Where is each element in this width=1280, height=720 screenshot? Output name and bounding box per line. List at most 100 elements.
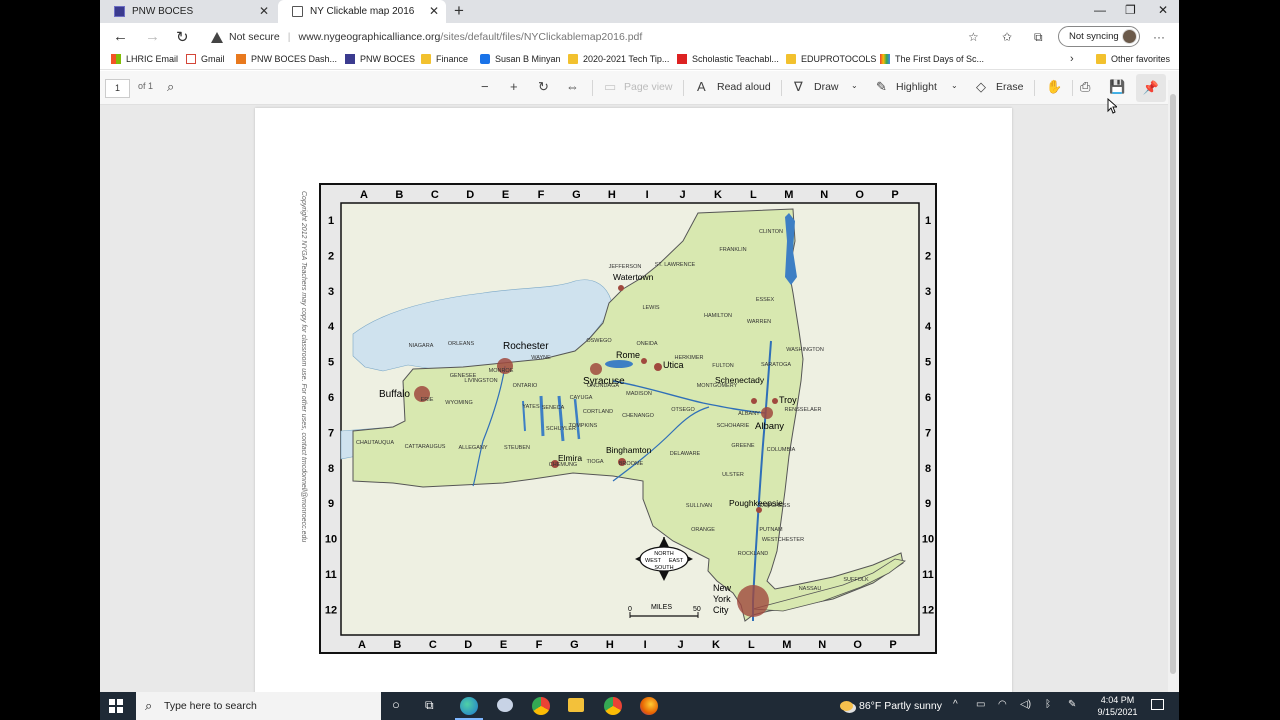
favorite-lhric-email[interactable]: LHRIC Email xyxy=(111,54,178,64)
city-label-rochester: Rochester xyxy=(503,341,549,352)
tab-title: NY Clickable map 2016 xyxy=(310,6,415,17)
refresh-icon[interactable]: ↻ xyxy=(176,28,189,46)
restore-icon[interactable]: ❐ xyxy=(1125,3,1136,17)
county-label: JEFFERSON xyxy=(609,264,642,270)
forward-icon[interactable]: → xyxy=(145,28,160,45)
pen-icon[interactable]: ✎ xyxy=(1068,699,1076,710)
more-icon[interactable]: ··· xyxy=(1153,30,1165,44)
new-tab-icon[interactable]: + xyxy=(454,1,464,21)
rotate-icon[interactable]: ↻ xyxy=(538,79,549,95)
back-icon[interactable]: ← xyxy=(113,28,128,45)
read-aloud-icon: A xyxy=(697,79,706,94)
bluetooth-icon[interactable]: ᛒ xyxy=(1045,699,1051,710)
county-label: CAYUGA xyxy=(570,395,593,401)
favorites-icon[interactable]: ✩ xyxy=(1002,30,1012,44)
close-tab-icon[interactable]: ✕ xyxy=(429,4,439,18)
app-icon[interactable] xyxy=(497,698,513,712)
favorite-gmail[interactable]: Gmail xyxy=(186,54,225,64)
county-label: ALBANY xyxy=(738,411,760,417)
firefox-icon[interactable] xyxy=(640,697,658,715)
minimize-icon[interactable]: — xyxy=(1094,3,1106,17)
column-label-bottom: D xyxy=(464,639,472,651)
tab-pnw-boces[interactable]: PNW BOCES ✕ xyxy=(100,0,276,23)
city-label-buffalo: Buffalo xyxy=(379,389,410,400)
chevron-up-icon[interactable]: ^ xyxy=(953,699,958,710)
add-favorite-icon[interactable]: ☆ xyxy=(968,30,979,44)
zoom-out-icon[interactable]: − xyxy=(481,79,489,94)
chrome-icon[interactable] xyxy=(532,697,550,715)
new-york-city-marker[interactable] xyxy=(737,585,769,617)
profile-button[interactable]: Not syncing xyxy=(1058,26,1140,47)
edge-icon[interactable] xyxy=(460,697,478,715)
close-window-icon[interactable]: ✕ xyxy=(1158,3,1168,17)
syracuse-marker[interactable] xyxy=(590,363,602,375)
utica-marker[interactable] xyxy=(654,363,662,371)
close-tab-icon[interactable]: ✕ xyxy=(259,4,269,18)
favorite-other[interactable]: Other favorites xyxy=(1096,54,1170,64)
vertical-scrollbar[interactable] xyxy=(1168,80,1179,692)
battery-icon[interactable]: ▭ xyxy=(976,699,985,710)
highlight-button[interactable]: Highlight xyxy=(896,81,937,93)
read-aloud-button[interactable]: Read aloud xyxy=(717,81,771,93)
favorite-pnw-boces[interactable]: PNW BOCES xyxy=(345,54,415,64)
file-explorer-icon[interactable] xyxy=(568,698,584,712)
print-icon[interactable]: ⎙ xyxy=(1080,79,1090,95)
search-icon[interactable]: ⌕ xyxy=(167,79,174,95)
column-label-top: E xyxy=(502,189,509,201)
tab-ny-clickable-map[interactable]: NY Clickable map 2016 ✕ xyxy=(278,0,446,23)
albany-marker[interactable] xyxy=(761,407,773,419)
pin-toolbar-button[interactable]: 📌 xyxy=(1136,74,1166,102)
column-label-bottom: C xyxy=(429,639,437,651)
scrollbar-thumb[interactable] xyxy=(1170,94,1176,674)
zoom-in-icon[interactable]: + xyxy=(510,79,518,94)
chrome-icon[interactable] xyxy=(604,697,622,715)
county-label: YATES xyxy=(522,404,540,410)
wifi-icon[interactable]: ◠ xyxy=(998,699,1007,710)
collections-icon[interactable]: ⧉ xyxy=(1034,30,1043,45)
county-label: ORANGE xyxy=(691,527,715,533)
chevron-down-icon[interactable]: ⌄ xyxy=(851,81,858,90)
row-label-left: 8 xyxy=(328,463,334,475)
cortana-icon[interactable]: ○ xyxy=(392,697,400,712)
erase-button[interactable]: Erase xyxy=(996,81,1023,93)
column-label-bottom: N xyxy=(818,639,826,651)
county-label: CLINTON xyxy=(759,229,783,235)
column-label-top: F xyxy=(538,189,545,201)
favorite-finance[interactable]: Finance xyxy=(421,54,468,64)
draw-button[interactable]: Draw xyxy=(814,81,839,93)
favorite-first-days[interactable]: The First Days of Sc... xyxy=(880,54,984,64)
system-clock[interactable]: 4:04 PM 9/15/2021 xyxy=(1095,694,1140,718)
notifications-icon[interactable] xyxy=(1151,699,1164,710)
url-bar[interactable]: Not secure | www.nygeographicalliance.or… xyxy=(203,26,991,48)
watertown-marker[interactable] xyxy=(618,285,624,291)
schenectady-marker[interactable] xyxy=(751,398,757,404)
favorite-eduprotocols[interactable]: EDUPROTOCOLS xyxy=(786,54,876,64)
troy-marker[interactable] xyxy=(772,398,778,404)
favorite-scholastic[interactable]: Scholastic Teachabl... xyxy=(677,54,779,64)
highlight-icon: ✎ xyxy=(876,79,887,94)
page-view-button[interactable]: Page view xyxy=(624,81,672,93)
pin-icon: 📌 xyxy=(1142,80,1160,95)
windows-start-icon[interactable] xyxy=(109,699,123,713)
save-icon[interactable]: 💾 xyxy=(1109,79,1125,95)
favorite-tech-tips[interactable]: 2020-2021 Tech Tip... xyxy=(568,54,669,64)
weather-widget[interactable]: 86°F Partly sunny xyxy=(840,700,942,712)
page-number-input[interactable]: 1 xyxy=(105,79,130,98)
clock-time: 4:04 PM xyxy=(1100,695,1135,705)
rome-marker[interactable] xyxy=(641,358,647,364)
row-label-right: 6 xyxy=(925,392,931,404)
favorite-susan-b-minyan[interactable]: Susan B Minyan xyxy=(480,54,561,64)
county-label: FULTON xyxy=(712,363,734,369)
fit-page-icon[interactable]: ⇔ xyxy=(566,79,579,94)
address-bar: ← → ↻ Not secure | www.nygeographicallia… xyxy=(100,23,1179,50)
task-view-icon[interactable]: ⧉ xyxy=(425,698,434,713)
folder-icon xyxy=(568,54,578,64)
chevron-right-icon[interactable]: › xyxy=(1070,53,1074,65)
favorite-pnw-boces-dash[interactable]: PNW BOCES Dash... xyxy=(236,54,337,64)
volume-icon[interactable]: ◁) xyxy=(1020,699,1031,710)
county-label: ESSEX xyxy=(756,297,775,303)
chevron-down-icon[interactable]: ⌄ xyxy=(951,81,958,90)
city-label-utica: Utica xyxy=(663,360,684,370)
taskbar-search-box[interactable]: ⌕ Type here to search xyxy=(136,692,381,720)
county-label: MADISON xyxy=(626,391,652,397)
